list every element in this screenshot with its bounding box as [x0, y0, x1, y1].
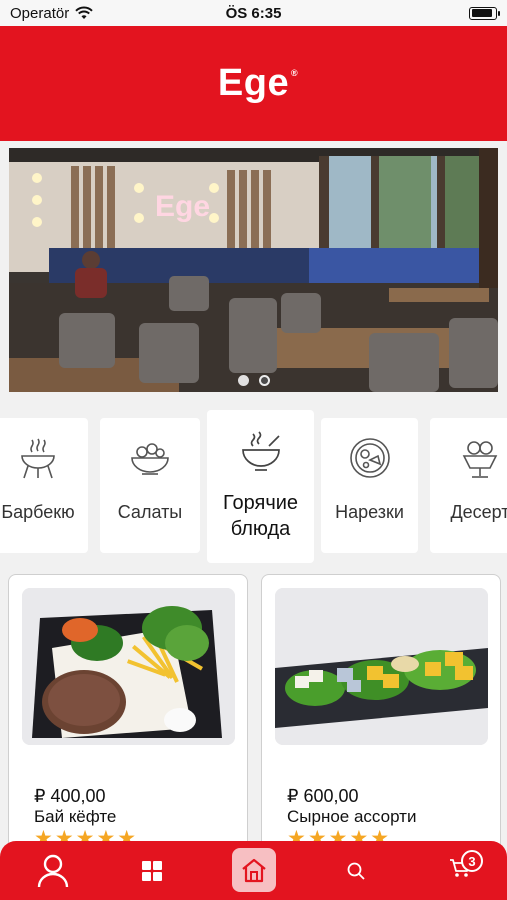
- brand-logo: Ege ®: [217, 62, 299, 104]
- carrier-name: Operatör: [10, 4, 70, 22]
- product-name: Сырное ассорти: [287, 807, 417, 826]
- nav-home[interactable]: [232, 848, 276, 892]
- cart-count-badge: 3: [461, 850, 483, 872]
- product-price: ₽ 600,00: [287, 786, 359, 806]
- product-photo: [22, 588, 235, 745]
- product-price: ₽ 400,00: [34, 786, 106, 806]
- nav-categories[interactable]: [130, 841, 174, 900]
- battery-icon: [469, 6, 500, 20]
- grill-icon: [21, 438, 55, 479]
- product-photo: [275, 588, 488, 745]
- category-label: Десерт: [450, 502, 507, 522]
- nav-search[interactable]: [334, 841, 378, 900]
- product-card[interactable]: ₽ 400,00 Бай кёфте ★★★★★: [8, 574, 248, 864]
- status-bar: Operatör ÖS 6:35: [0, 0, 507, 26]
- restaurant-interior-image: Ege: [9, 148, 498, 392]
- banner-carousel[interactable]: Ege: [9, 148, 498, 392]
- nav-cart[interactable]: 3: [438, 841, 483, 900]
- home-icon: [242, 858, 266, 883]
- nav-profile[interactable]: [28, 841, 78, 900]
- category-label: Барбекю: [1, 502, 75, 522]
- neon-sign: Ege: [155, 190, 210, 223]
- product-card[interactable]: ₽ 600,00 Сырное ассорти ★★★★★: [261, 574, 501, 864]
- app-header: Ege ®: [0, 26, 507, 141]
- category-dessert[interactable]: Десерт: [430, 418, 507, 553]
- category-hot-dishes[interactable]: Горячие блюда: [207, 410, 314, 563]
- category-barbecue[interactable]: Барбекю: [0, 418, 88, 553]
- hot-bowl-icon: [241, 431, 280, 471]
- category-label: Нарезки: [335, 502, 404, 522]
- category-platters[interactable]: Нарезки: [321, 418, 418, 553]
- product-name: Бай кёфте: [34, 807, 117, 826]
- platter-icon: [349, 438, 390, 478]
- category-salads[interactable]: Салаты: [100, 418, 200, 553]
- profile-icon: [37, 854, 69, 887]
- carousel-dot-active[interactable]: [258, 375, 270, 386]
- salad-bowl-icon: [131, 443, 169, 475]
- carousel-dots: [9, 375, 498, 386]
- bottom-navigation: 3: [0, 841, 507, 900]
- search-icon: [347, 862, 365, 880]
- ice-cream-icon: [462, 441, 498, 478]
- wifi-icon: [75, 6, 93, 19]
- carousel-dot[interactable]: [237, 375, 249, 386]
- category-label: Горячие блюда: [222, 492, 299, 540]
- grid-icon: [142, 860, 162, 881]
- category-strip: Барбекю Салаты Горячие блюда Нарезки Дес…: [0, 408, 507, 563]
- category-label: Салаты: [117, 502, 183, 522]
